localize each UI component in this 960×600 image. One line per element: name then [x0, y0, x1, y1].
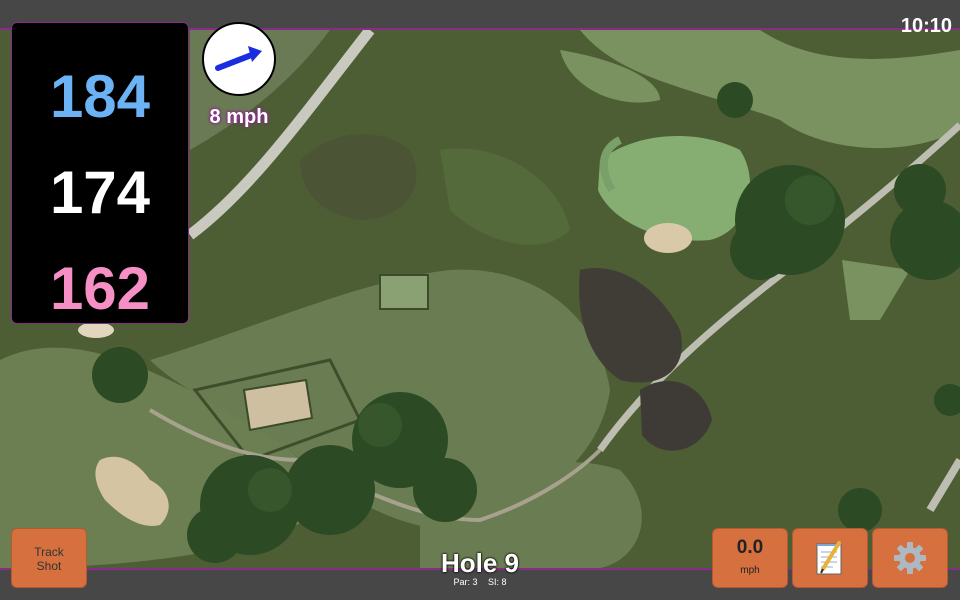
speed-button[interactable]: 0.0 mph [712, 528, 788, 588]
wind-arrow-icon [215, 46, 262, 71]
gear-icon [894, 542, 926, 574]
notepad-icon [816, 541, 842, 575]
speed-unit: mph [740, 565, 760, 576]
hole-title: Hole 9 [440, 548, 520, 578]
speed-value: 0.0 [736, 537, 764, 558]
hole-par: Par: 3 [453, 577, 478, 587]
clock-time: 10:10 [900, 15, 952, 37]
front-distance: 162 [49, 255, 151, 322]
hole-meta: Par: 3 SI: 8 [400, 577, 560, 587]
distance-panel: 184 174 162 [11, 22, 189, 324]
wind-direction-dial [202, 22, 276, 96]
settings-button[interactable] [872, 528, 948, 588]
middle-distance: 174 [49, 159, 151, 226]
track-shot-button[interactable]: Track Shot [11, 528, 87, 588]
wind-speed-label: 8 mph [209, 106, 269, 128]
back-distance: 184 [49, 63, 151, 130]
hole-si: SI: 8 [488, 577, 507, 587]
notes-button[interactable] [792, 528, 868, 588]
